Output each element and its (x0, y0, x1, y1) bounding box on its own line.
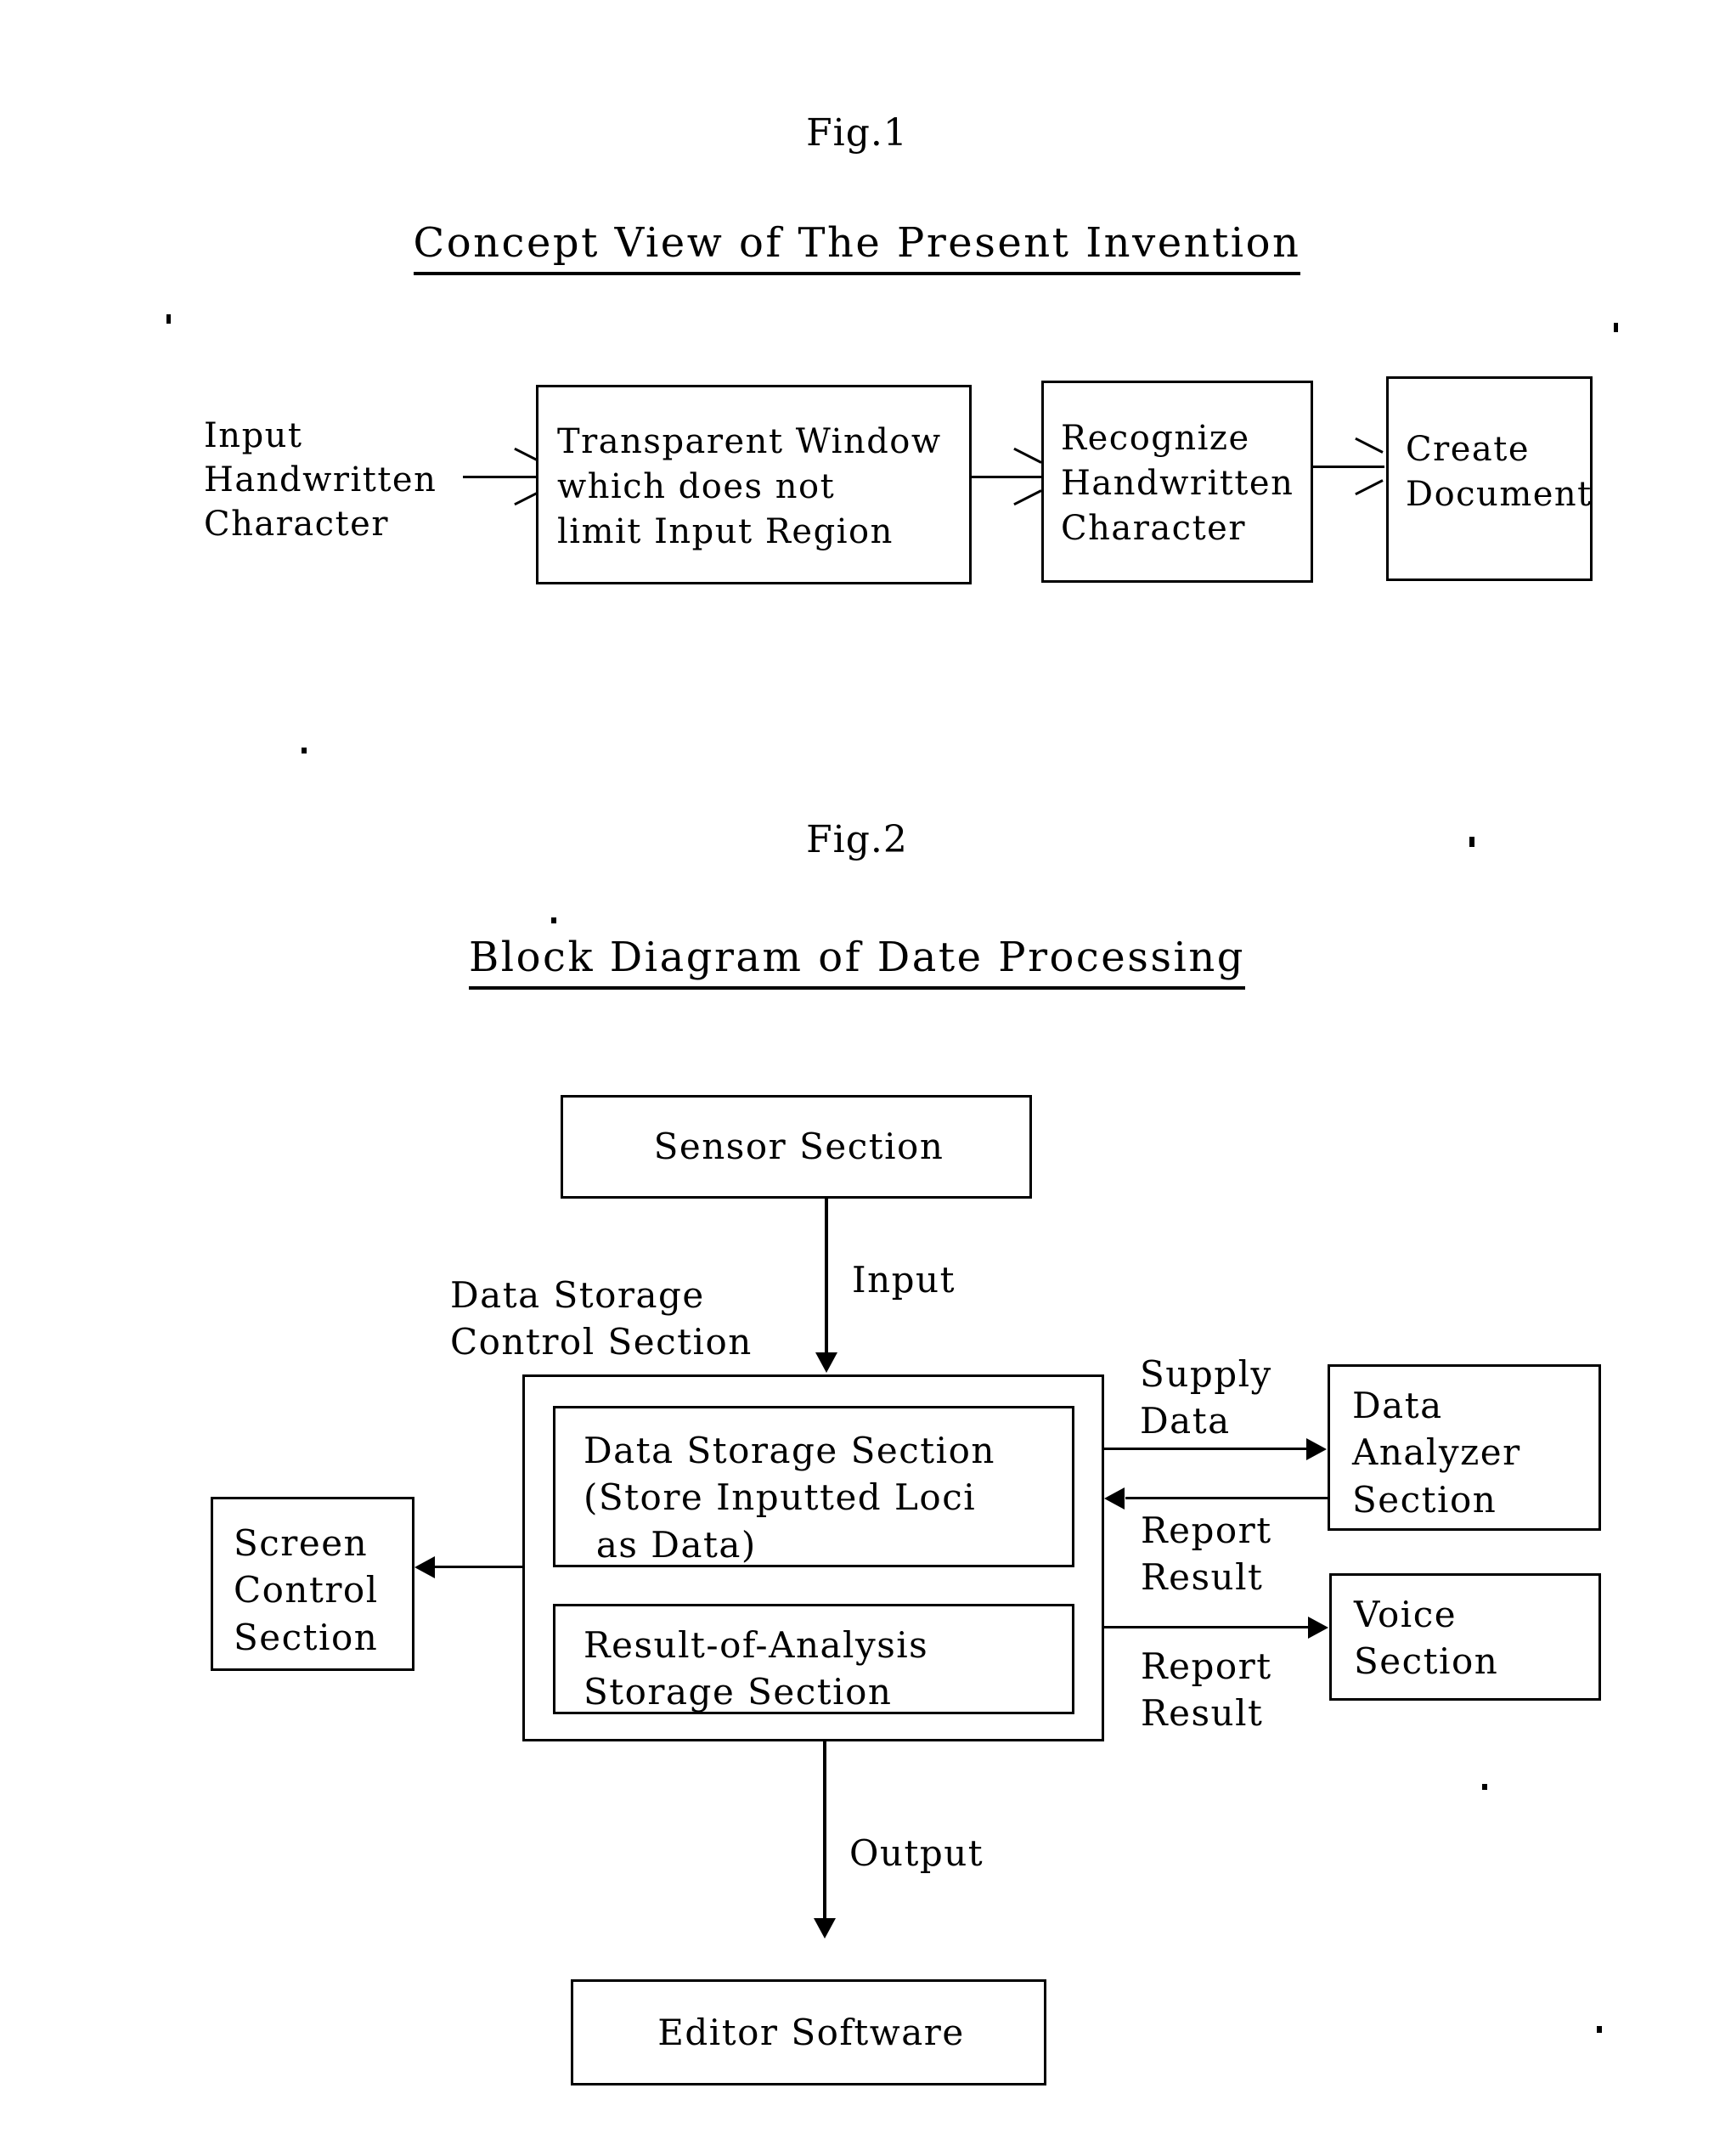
sensor-section-box: Sensor Section (561, 1095, 1032, 1199)
fig2-node5-line0: Data (1352, 1385, 1443, 1426)
editor-software-text: Editor Software (657, 2012, 965, 2053)
fig2-node6-line1: Section (1354, 1640, 1499, 1683)
fig2-title-text: Block Diagram of Date Processing (469, 934, 1245, 990)
scan-speck (302, 748, 307, 753)
data-storage-control-section-label: Data Storage Control Section (450, 1273, 753, 1365)
fig1-node0-line0: Input (204, 416, 303, 455)
connector-report-result-voice-arrowhead (1308, 1617, 1328, 1639)
connector-report-result-voice-line (1104, 1626, 1310, 1628)
connector-output-arrowhead (814, 1918, 836, 1939)
fig2-node2-line2: as Data) (584, 1523, 757, 1566)
scan-speck (1469, 837, 1474, 847)
fig2-conn3-label1: Result (1141, 1691, 1264, 1734)
fig2-label: Fig.2 (806, 818, 908, 861)
fig2-node3-line0: Result-of-Analysis (584, 1624, 929, 1666)
scan-speck (1614, 323, 1618, 332)
patent-drawing-page: Fig.1 Concept View of The Present Invent… (0, 0, 1714, 2156)
result-of-analysis-storage-section-box: Result-of-Analysis Storage Section (553, 1604, 1074, 1714)
editor-software-box: Editor Software (571, 1979, 1046, 2085)
create-document-box: Create Document (1386, 376, 1593, 581)
data-storage-section-box: Data Storage Section (Store Inputted Loc… (553, 1406, 1074, 1567)
connector-input-line (825, 1199, 828, 1364)
connector-recognize-to-create-arrowhead (1352, 449, 1381, 483)
input-handwritten-character-label: Input Handwritten Character (204, 414, 437, 546)
fig2-conn2-label1: Result (1141, 1555, 1264, 1598)
fig2-node4-line2: Section (234, 1616, 379, 1658)
scan-speck (1482, 1784, 1487, 1790)
voice-section-box: Voice Section (1329, 1573, 1601, 1701)
connector-input-arrowhead (815, 1352, 837, 1373)
fig1-title-text: Concept View of The Present Invention (413, 219, 1301, 275)
fig2-node1-line1: Control Section (450, 1320, 753, 1363)
fig1-node1-line1: which does not (557, 466, 836, 506)
fig1-node2-line0: Recognize (1061, 419, 1250, 458)
fig1-node2-line2: Character (1061, 508, 1246, 548)
connector-report-result-analyzer-label: Report Result (1141, 1508, 1272, 1600)
scan-speck (551, 917, 556, 923)
data-storage-section-text: Data Storage Section (Store Inputted Loc… (584, 1427, 995, 1568)
voice-section-text: Voice Section (1354, 1591, 1498, 1685)
connector-screen-arrowhead (414, 1556, 435, 1578)
recognize-handwritten-character-box: Recognize Handwritten Character (1041, 381, 1313, 583)
fig1-node0-line1: Handwritten (204, 460, 437, 499)
fig2-conn1-label0: Supply (1140, 1353, 1272, 1395)
connector-window-to-recognize-arrowhead (1011, 460, 1040, 494)
transparent-window-text: Transparent Window which does not limit … (557, 420, 942, 554)
screen-control-section-text: Screen Control Section (234, 1520, 379, 1661)
fig1-node1-line2: limit Input Region (557, 511, 894, 551)
connector-supply-data-arrowhead (1306, 1438, 1327, 1460)
data-analyzer-section-text: Data Analyzer Section (1352, 1382, 1521, 1523)
fig2-node4-line0: Screen (234, 1522, 369, 1564)
connector-screen-line (433, 1566, 525, 1568)
connector-output-line (823, 1741, 826, 1930)
fig1-node3-line0: Create (1406, 430, 1530, 469)
fig2-conn1-label1: Data (1140, 1399, 1231, 1442)
connector-report-result-analyzer-arrowhead (1104, 1487, 1125, 1510)
transparent-window-box: Transparent Window which does not limit … (536, 385, 972, 584)
screen-control-section-box: Screen Control Section (211, 1497, 414, 1671)
fig2-title: Block Diagram of Date Processing (0, 931, 1714, 990)
fig2-node4-line1: Control (234, 1569, 379, 1611)
data-analyzer-section-box: Data Analyzer Section (1328, 1364, 1601, 1531)
fig2-conn3-label0: Report (1141, 1645, 1272, 1687)
scan-speck (1597, 2026, 1602, 2033)
connector-report-result-analyzer-line (1125, 1497, 1329, 1499)
fig1-node0-line2: Character (204, 505, 389, 544)
scan-speck (166, 314, 171, 324)
connector-report-result-voice-label: Report Result (1141, 1644, 1272, 1736)
connector-supply-data-line (1104, 1448, 1308, 1450)
fig2-node2-line0: Data Storage Section (584, 1430, 995, 1471)
sensor-section-text: Sensor Section (653, 1126, 944, 1167)
create-document-text: Create Document (1406, 427, 1593, 517)
result-of-analysis-storage-section-text: Result-of-Analysis Storage Section (584, 1622, 928, 1716)
fig2-node5-line2: Section (1352, 1478, 1497, 1521)
fig2-node6-line0: Voice (1354, 1594, 1457, 1635)
fig2-node2-line1: (Store Inputted Loci (584, 1476, 977, 1519)
fig1-label: Fig.1 (806, 111, 908, 155)
fig1-title: Concept View of The Present Invention (0, 217, 1714, 275)
fig2-conn2-label0: Report (1141, 1510, 1272, 1551)
connector-input-label: Input (852, 1259, 956, 1301)
connector-output-label: Output (849, 1832, 984, 1874)
recognize-handwritten-character-text: Recognize Handwritten Character (1061, 416, 1294, 550)
fig1-node2-line1: Handwritten (1061, 463, 1294, 503)
fig1-node1-line0: Transparent Window (557, 422, 942, 461)
fig1-node3-line1: Document (1406, 474, 1593, 514)
connector-supply-data-label: Supply Data (1140, 1352, 1272, 1444)
fig2-node5-line1: Analyzer (1352, 1431, 1521, 1474)
fig2-node3-line1: Storage Section (584, 1671, 893, 1713)
fig2-node1-line0: Data Storage (450, 1274, 705, 1316)
